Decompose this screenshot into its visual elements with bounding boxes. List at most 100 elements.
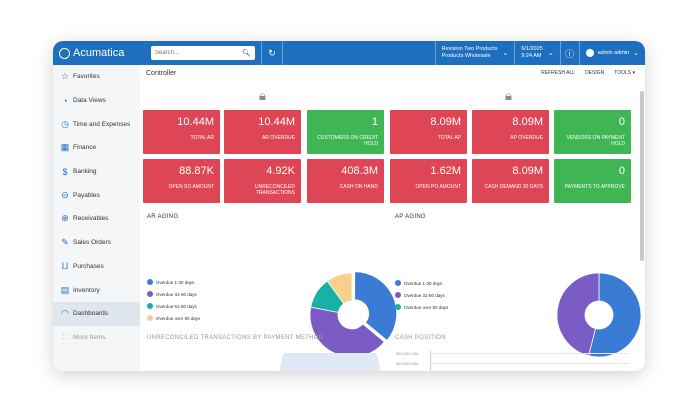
- kpi-value: 1.62M: [430, 165, 461, 177]
- cash-position-title: CASH POSITION: [395, 335, 446, 341]
- kpi-label: AP OVERDUE: [510, 135, 543, 141]
- sidebar-item-label: Purchases: [73, 262, 104, 270]
- ar-aging-donut[interactable]: [307, 270, 397, 360]
- acumatica-logo[interactable]: Acumatica: [53, 47, 149, 59]
- lock-icon: 🔒︎: [259, 88, 266, 103]
- sidebar-item-label: More Items: [73, 333, 106, 341]
- grid-line: [430, 353, 630, 354]
- legend-item: Overdue 1-30 days: [147, 276, 200, 288]
- legend-label: Overdue 31-60 days: [404, 292, 445, 298]
- axis-line: [430, 351, 431, 371]
- search-input[interactable]: [155, 50, 235, 56]
- kpi-tile-customers-on-credit-hold[interactable]: 1 CUSTOMERS ON CREDIT HOLD: [307, 110, 384, 154]
- sidebar-item-banking[interactable]: $ Banking: [53, 160, 140, 184]
- sidebar-item-sales-orders[interactable]: ✎ Sales Orders: [53, 231, 140, 255]
- divider: [282, 41, 283, 65]
- ap-aging-donut[interactable]: [554, 270, 644, 360]
- sidebar-item-receivables[interactable]: ⊕ Receivables: [53, 207, 140, 231]
- kpi-value: 1: [371, 116, 378, 128]
- kpi-label: CASH ON HAND: [339, 184, 378, 190]
- sidebar-item-more-items[interactable]: ∷ More Items: [53, 326, 140, 350]
- kpi-label: UNRECONCILED TRANSACTIONS: [254, 184, 295, 196]
- legend-swatch: [395, 280, 401, 286]
- kpi-label: OPEN PO AMOUNT: [415, 184, 461, 190]
- history-icon[interactable]: ↻: [262, 48, 282, 59]
- unreconciled-chart-preview: [280, 353, 380, 371]
- kpi-value: 88.87K: [179, 165, 214, 177]
- kpi-tile-open-po-amount[interactable]: 1.62M OPEN PO AMOUNT: [390, 159, 467, 203]
- sidebar-item-time-and-expenses[interactable]: ◷ Time and Expenses: [53, 112, 140, 136]
- page-title: Controller: [146, 70, 177, 77]
- stopwatch-icon: ◷: [61, 118, 69, 129]
- legend-item: Overdue over 90 days: [147, 312, 200, 324]
- lock-icon: 🔒︎: [505, 88, 512, 103]
- sidebar-item-label: Payables: [73, 191, 100, 199]
- grid-icon: ∷: [62, 331, 68, 342]
- legend-label: Overdue 61-90 days: [156, 303, 197, 309]
- kpi-label: OPEN SO AMOUNT: [168, 184, 214, 190]
- kpi-tile-vendors-on-payment-hold[interactable]: 0 VENDORS ON PAYMENT HOLD: [554, 110, 631, 154]
- legend-label: Overdue 31-60 days: [156, 291, 197, 297]
- refresh-all-button[interactable]: REFRESH ALL: [541, 70, 575, 76]
- toolbar: REFRESH ALL DESIGN TOOLS ▾: [541, 70, 635, 76]
- kpi-tile-ar-overdue[interactable]: 10.44M AR OVERDUE: [224, 110, 301, 154]
- legend-item: Overdue 31-60 days: [395, 289, 448, 301]
- branch-selector[interactable]: Revision Two Products Products Wholesale…: [436, 46, 515, 60]
- sidebar-item-label: Data Views: [73, 97, 106, 105]
- kpi-tile-ap-overdue[interactable]: 8.09M AP OVERDUE: [472, 110, 549, 154]
- logo-mark-icon: [59, 47, 70, 59]
- kpi-tile-cash-demand-30-days[interactable]: 8.09M CASH DEMAND 30 DAYS: [472, 159, 549, 203]
- sidebar-item-label: Banking: [73, 168, 97, 176]
- sidebar-item-finance[interactable]: ▦ Finance: [53, 136, 140, 160]
- sidebar-item-purchases[interactable]: ⨿ Purchases: [53, 255, 140, 279]
- sidebar-item-payables[interactable]: ⊝ Payables: [53, 183, 140, 207]
- business-time: 9:24 AM: [521, 53, 542, 59]
- search-box[interactable]: 🔍︎: [151, 46, 255, 60]
- legend-swatch: [395, 304, 401, 310]
- sidebar-item-label: Sales Orders: [73, 239, 111, 247]
- minus-circle-icon: ⊝: [61, 189, 69, 200]
- kpi-tile-total-ap[interactable]: 8.09M TOTAL AP: [390, 110, 467, 154]
- legend-swatch: [147, 315, 153, 321]
- vertical-scrollbar[interactable]: [640, 91, 644, 261]
- axis-tick-label: $40,000,000: [396, 361, 419, 366]
- design-button[interactable]: DESIGN: [585, 70, 604, 76]
- kpi-label: CUSTOMERS ON CREDIT HOLD: [317, 135, 378, 147]
- sidebar-item-data-views[interactable]: ◔ Data Views: [53, 89, 140, 113]
- grid-line: [430, 363, 630, 364]
- ap-aging-title: AP AGING: [395, 214, 426, 220]
- legend-item: Overdue over 90 days: [395, 301, 448, 313]
- kpi-label: PAYMENTS TO APPROVE: [564, 184, 625, 190]
- kpi-tile-total-ar[interactable]: 10.44M TOTAL AR: [143, 110, 220, 154]
- legend-item: Overdue 1-30 days: [395, 277, 448, 289]
- date-selector[interactable]: 6/1/2025 9:24 AM ⌄: [515, 46, 559, 60]
- top-bar: Acumatica 🔍︎ ↻ Revision Two Products Pro…: [53, 41, 645, 65]
- kpi-tile-cash-on-hand[interactable]: 408.3M CASH ON HAND: [307, 159, 384, 203]
- legend-swatch: [147, 291, 153, 297]
- legend-item: Overdue 61-90 days: [147, 300, 200, 312]
- kpi-tile-open-so-amount[interactable]: 88.87K OPEN SO AMOUNT: [143, 159, 220, 203]
- kpi-tile-payments-to-approve[interactable]: 0 PAYMENTS TO APPROVE: [554, 159, 631, 203]
- tools-menu-button[interactable]: TOOLS ▾: [614, 70, 635, 76]
- sidebar-item-inventory[interactable]: ▤ Inventory: [53, 278, 140, 302]
- kpi-value: 10.44M: [177, 116, 214, 128]
- sidebar-item-dashboards[interactable]: ◠ Dashboards: [53, 301, 140, 326]
- cart-icon: ⨿: [61, 260, 69, 271]
- business-date: 6/1/2025: [521, 46, 543, 52]
- sidebar-item-label: Dashboards: [73, 310, 109, 318]
- help-icon[interactable]: ⓘ: [561, 47, 579, 60]
- ar-aging-title: AR AGING: [147, 214, 179, 220]
- kpi-value: 4.92K: [266, 165, 295, 177]
- search-icon[interactable]: 🔍︎: [242, 49, 251, 57]
- kpi-label: CASH DEMAND 30 DAYS: [484, 184, 543, 190]
- calculator-icon: ▦: [60, 142, 70, 153]
- sidebar-item-label: Receivables: [73, 215, 109, 223]
- truck-icon: ▤: [60, 284, 70, 295]
- ar-aging-legend: Overdue 1-30 days Overdue 31-60 days Ove…: [147, 276, 200, 324]
- sidebar-item-label: Finance: [73, 144, 97, 152]
- sidebar-item-favorites[interactable]: ☆ Favorites: [53, 65, 140, 89]
- kpi-tile-unreconciled-transactions[interactable]: 4.92K UNRECONCILED TRANSACTIONS: [224, 159, 301, 203]
- sidebar-item-label: Inventory: [73, 286, 100, 294]
- user-menu[interactable]: admin admin ⌄: [580, 49, 645, 57]
- legend-label: Overdue over 90 days: [156, 315, 201, 321]
